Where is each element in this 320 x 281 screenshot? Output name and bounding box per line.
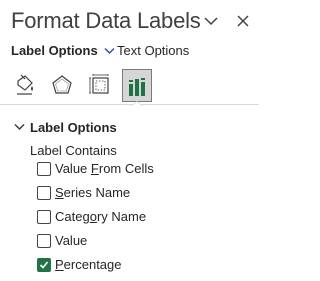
effects-tab[interactable] [49,72,75,100]
selected-tab-pointer [131,101,143,106]
chevron-down-icon [204,17,218,26]
fill-line-tab[interactable] [12,72,38,100]
close-icon [237,15,249,27]
checkbox-label: Value [55,233,88,248]
checkbox-box[interactable] [37,162,51,176]
size-properties-icon [89,74,109,94]
pane-title: Format Data Labels [11,8,201,33]
checkbox-label: Category Name [55,209,147,224]
checkmark-icon [39,261,49,269]
size-properties-tab[interactable] [87,72,113,100]
label-options-icon [129,78,145,96]
checkbox-label: Percentage [55,257,122,272]
checkbox-label: Series Name [55,185,131,200]
checkbox-box[interactable] [37,186,51,200]
tab-label-options[interactable]: Label Options [11,43,115,58]
tab-label-options-text: Label Options [11,43,98,58]
section-title: Label Options [30,120,117,135]
chevron-down-icon [14,123,25,131]
label-contains-heading: Label Contains [30,143,117,158]
fill-line-icon [17,74,33,95]
checkbox-box[interactable] [37,258,51,272]
checkbox-box[interactable] [37,234,51,248]
divider [0,104,259,105]
chevron-down-icon [104,43,115,58]
label-options-tab[interactable] [122,69,152,102]
effects-icon [52,75,72,94]
close-button[interactable] [235,13,251,29]
checkbox-box[interactable] [37,210,51,224]
tab-text-options[interactable]: Text Options [117,43,189,58]
task-pane-options-button[interactable] [203,13,219,29]
checkbox-label: Value From Cells [55,161,154,176]
